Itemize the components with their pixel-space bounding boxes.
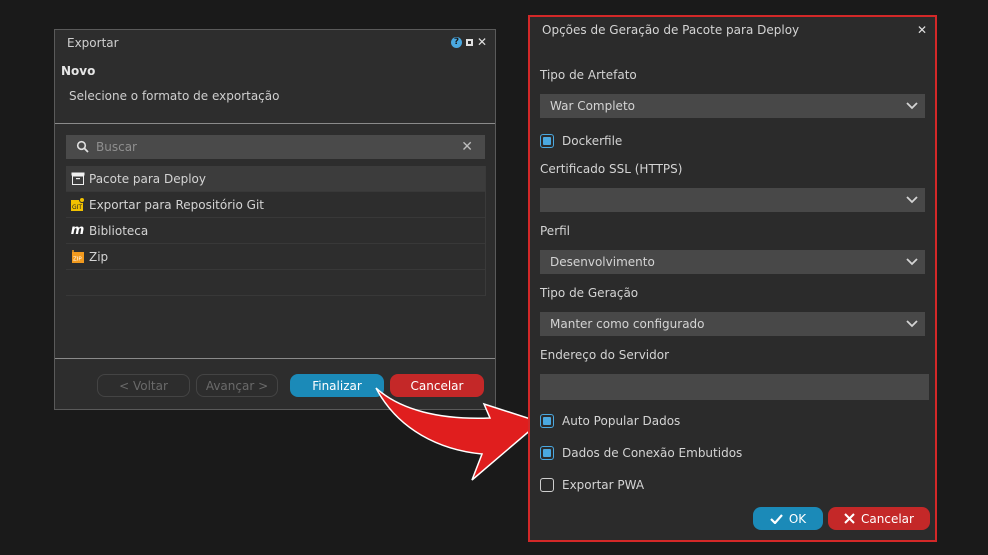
list-item-label: Biblioteca [89, 223, 149, 238]
back-button[interactable]: < Voltar [97, 374, 190, 397]
generation-type-value: Manter como configurado [550, 317, 705, 331]
next-button[interactable]: Avançar > [196, 374, 278, 397]
generation-type-select[interactable]: Manter como configurado [540, 312, 925, 336]
export-format-list: Pacote para Deploy GIT Exportar para Rep… [66, 166, 486, 296]
divider [55, 358, 495, 359]
ok-button[interactable]: OK [753, 507, 823, 530]
embedded-connection-checkbox[interactable] [540, 446, 554, 460]
embedded-connection-checkbox-row[interactable]: Dados de Conexão Embutidos [540, 446, 742, 460]
help-icon[interactable]: ? [450, 36, 462, 48]
search-placeholder: Buscar [96, 140, 137, 154]
ssl-certificate-label: Certificado SSL (HTTPS) [540, 162, 683, 176]
artifact-type-select[interactable]: War Completo [540, 94, 925, 118]
ok-label: OK [788, 511, 807, 526]
close-icon [844, 513, 855, 524]
auto-populate-label: Auto Popular Dados [562, 414, 681, 428]
dockerfile-checkbox-row[interactable]: Dockerfile [540, 134, 622, 148]
list-item-label: Exportar para Repositório Git [89, 197, 264, 212]
chevron-down-icon [906, 258, 918, 266]
artifact-type-label: Tipo de Artefato [540, 68, 637, 82]
profile-value: Desenvolvimento [550, 255, 655, 269]
server-address-input[interactable] [540, 374, 929, 400]
export-dialog-title: Exportar [67, 36, 119, 50]
chevron-down-icon [906, 320, 918, 328]
close-icon[interactable]: ✕ [477, 36, 487, 48]
maximize-icon[interactable] [465, 38, 473, 46]
svg-text:GIT: GIT [72, 204, 82, 211]
server-address-label: Endereço do Servidor [540, 348, 670, 362]
export-dialog-title-bar[interactable]: Exportar [55, 30, 495, 56]
export-dialog: Exportar ? ✕ Novo Selecione o formato de… [54, 29, 496, 410]
library-icon: m [70, 223, 85, 238]
profile-select[interactable]: Desenvolvimento [540, 250, 925, 274]
clear-search-icon[interactable]: ✕ [461, 139, 473, 155]
list-item-label: Pacote para Deploy [89, 171, 206, 186]
divider [55, 123, 495, 124]
artifact-type-value: War Completo [550, 99, 635, 113]
wizard-step-description: Selecione o formato de exportação [69, 89, 280, 103]
deploy-options-dialog: Opções de Geração de Pacote para Deploy … [528, 15, 937, 542]
cancel-button[interactable]: Cancelar [828, 507, 930, 530]
annotation-arrow [375, 387, 542, 481]
chevron-down-icon [906, 102, 918, 110]
export-pwa-label: Exportar PWA [562, 478, 645, 492]
svg-text:ZIP: ZIP [73, 257, 82, 263]
chevron-down-icon [906, 196, 918, 204]
search-input[interactable]: Buscar ✕ [66, 135, 485, 159]
close-icon[interactable]: ✕ [917, 23, 927, 37]
list-item-zip[interactable]: ZIP Zip [66, 244, 485, 270]
auto-populate-checkbox[interactable] [540, 414, 554, 428]
wizard-step-title: Novo [61, 64, 96, 78]
dockerfile-checkbox[interactable] [540, 134, 554, 148]
list-item-biblioteca[interactable]: m Biblioteca [66, 218, 485, 244]
git-icon: GIT [70, 197, 85, 212]
package-icon [70, 171, 85, 186]
zip-icon: ZIP [70, 249, 85, 264]
cancel-label: Cancelar [861, 511, 914, 526]
options-dialog-title: Opções de Geração de Pacote para Deploy [542, 23, 800, 37]
search-icon [76, 140, 89, 153]
export-pwa-checkbox-row[interactable]: Exportar PWA [540, 478, 644, 492]
profile-label: Perfil [540, 224, 571, 238]
list-item-label: Zip [89, 249, 109, 264]
list-item-pacote-deploy[interactable]: Pacote para Deploy [66, 166, 485, 192]
export-pwa-checkbox[interactable] [540, 478, 554, 492]
generation-type-label: Tipo de Geração [540, 286, 639, 300]
list-item-git[interactable]: GIT Exportar para Repositório Git [66, 192, 485, 218]
ssl-certificate-select[interactable] [540, 188, 925, 212]
embedded-connection-label: Dados de Conexão Embutidos [562, 446, 743, 460]
auto-populate-checkbox-row[interactable]: Auto Popular Dados [540, 414, 680, 428]
check-icon [770, 513, 783, 524]
dockerfile-label: Dockerfile [562, 134, 623, 148]
list-item-empty [66, 270, 485, 296]
